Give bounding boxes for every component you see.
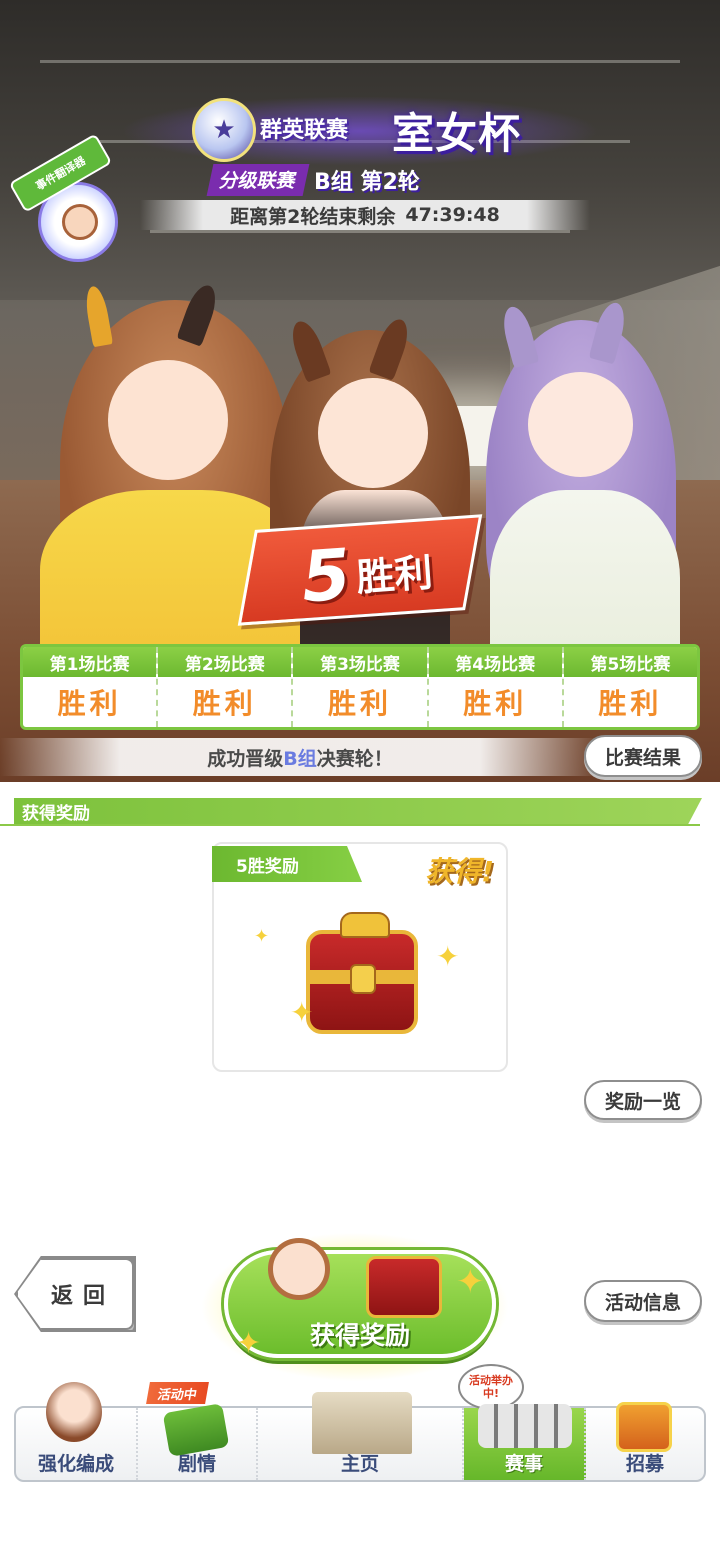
badge-character-icon [62,204,98,240]
match-label: 第3场比赛 [293,647,427,677]
building-icon [312,1392,412,1454]
race-result-scene: ★ 群英联赛 室女杯 分级联赛 B组 第2轮 距离第2轮结束剩余 47:39:4… [0,0,720,782]
reward-list-button[interactable]: 奖励一览 [584,1080,702,1120]
promotion-message: 成功晋级 B组 决赛轮！ [0,738,600,776]
nav-label: 招募 [625,1453,664,1475]
bottom-nav: 强化编成 活动中 剧情 主页 活动举办中! 赛事 招募 [14,1364,706,1482]
event-subtitle: 分级联赛 B组 第2轮 [206,164,420,196]
match-label: 第1场比赛 [23,647,157,677]
character-left-face [108,360,228,480]
nav-label: 强化编成 [37,1453,114,1475]
match-label: 第5场比赛 [563,647,697,677]
match-cell: 第3场比赛 胜利 [293,647,429,727]
gacha-card-icon [616,1402,672,1452]
nav-badge-event-active: 活动中 [146,1382,209,1404]
match-results-table: 第1场比赛 胜利 第2场比赛 胜利 第3场比赛 胜利 第4场比赛 胜利 第5场比… [20,644,700,730]
reward-section-header: 获得奖励 [14,798,702,824]
wins-number: 5 [298,533,354,619]
treasure-chest-icon [306,912,418,1034]
event-title-league: 群英联赛 [260,118,349,143]
match-cell: 第1场比赛 胜利 [23,647,159,727]
match-cell: 第2场比赛 胜利 [158,647,294,727]
match-cell: 第4场比赛 胜利 [428,647,564,727]
ceiling-light-strip [40,60,680,63]
nav-item-recruit[interactable]: 招募 [586,1402,704,1480]
sparkle-icon: ✦ [436,940,460,973]
nav-item-story[interactable]: 活动中 剧情 [138,1382,258,1480]
match-result: 胜利 [463,687,528,720]
league-emblem-icon: ★ [192,98,256,162]
claim-chest-icon [366,1256,442,1318]
sparkle-icon: ✦ [254,926,270,947]
promotion-suffix: 决赛轮！ [316,747,393,770]
chest-lock-icon [350,964,376,994]
claim-character-icon [268,1238,330,1300]
group-round: B组 第2轮 [314,170,420,195]
back-button-label[interactable]: 返回 [40,1278,126,1310]
promotion-group: B组 [283,747,317,770]
nav-item-enhance[interactable]: 强化编成 [16,1382,138,1480]
nav-item-races[interactable]: 活动举办中! 赛事 [458,1364,586,1480]
sparkle-icon: ✦ [456,1262,485,1302]
nav-label: 赛事 [504,1453,543,1475]
event-title-cup: 室女杯 [392,109,522,158]
character-icon [46,1382,102,1442]
obtained-label: 获得! [425,855,494,888]
countdown-time: 47:39:48 [405,204,500,226]
countdown-bar: 距离第2轮结束剩余 47:39:48 [140,200,590,230]
match-result: 胜利 [598,687,663,720]
nav-item-home[interactable]: 主页 [258,1392,464,1480]
match-label: 第4场比赛 [428,647,562,677]
match-cell: 第5场比赛 胜利 [563,647,697,727]
league-tag: 分级联赛 [206,164,310,196]
book-icon [162,1403,230,1457]
ceiling-light-strip [150,230,570,233]
claim-reward-label[interactable]: 获得奖励 [224,1314,496,1354]
event-info-button[interactable]: 活动信息 [584,1280,702,1322]
countdown-label: 距离第2轮结束剩余 [230,205,396,228]
horseshoe-icon [340,912,390,938]
character-center-face [318,378,428,488]
race-results-button[interactable]: 比赛结果 [584,735,702,777]
match-result: 胜利 [57,687,122,720]
sparkle-icon: ✦ [290,996,314,1029]
reward-card[interactable]: 5胜奖励 获得! ✦ ✦ ✦ [212,842,508,1072]
reward-tag: 5胜奖励 [212,846,362,882]
race-gate-icon [478,1404,572,1448]
character-right-face [528,372,633,477]
reward-header-stripe [0,824,700,826]
promotion-prefix: 成功晋级 [207,747,284,770]
wins-banner-text: 5 胜利 [259,521,475,625]
wins-word: 胜利 [355,549,434,600]
event-translator-badge[interactable]: 事件翻译器 [8,133,122,264]
match-result: 胜利 [192,687,257,720]
match-result: 胜利 [328,687,393,720]
match-label: 第2场比赛 [158,647,292,677]
